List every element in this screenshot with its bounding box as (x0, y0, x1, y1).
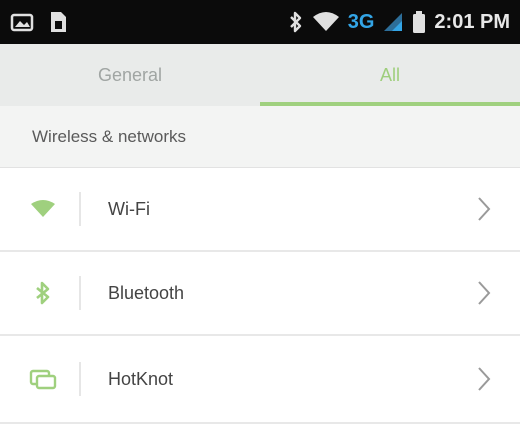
bluetooth-icon (288, 10, 304, 34)
wifi-icon (312, 11, 340, 33)
battery-icon (412, 10, 426, 34)
section-title: Wireless & networks (32, 126, 186, 146)
row-divider (79, 192, 81, 226)
settings-item-bluetooth[interactable]: Bluetooth (0, 252, 520, 336)
settings-item-label: Bluetooth (108, 282, 185, 303)
settings-item-wifi[interactable]: Wi-Fi (0, 168, 520, 252)
chevron-right-icon (474, 278, 494, 308)
status-bar-right: 3G 2:01 PM (288, 10, 510, 34)
settings-list: Wi-Fi Bluetooth HotKnot (0, 168, 520, 424)
row-divider (79, 276, 81, 310)
row-divider (79, 362, 81, 396)
tab-bar: General All (0, 44, 520, 106)
chevron-right-icon (474, 194, 494, 224)
image-icon (10, 11, 36, 33)
bluetooth-icon (28, 278, 58, 308)
settings-item-hotknot[interactable]: HotKnot (0, 336, 520, 424)
wifi-icon (28, 194, 58, 224)
status-bar-left (10, 10, 68, 34)
tab-general[interactable]: General (0, 44, 260, 106)
tab-all[interactable]: All (260, 44, 520, 106)
network-type-label: 3G (347, 10, 375, 33)
settings-item-label: HotKnot (108, 368, 174, 389)
section-header: Wireless & networks (0, 106, 520, 168)
status-bar: 3G 2:01 PM (0, 0, 520, 44)
clock: 2:01 PM (434, 10, 510, 33)
hotknot-icon (28, 364, 58, 394)
chevron-right-icon (474, 364, 494, 394)
signal-icon (382, 11, 404, 33)
settings-item-label: Wi-Fi (108, 198, 150, 219)
sim-icon (48, 10, 68, 34)
